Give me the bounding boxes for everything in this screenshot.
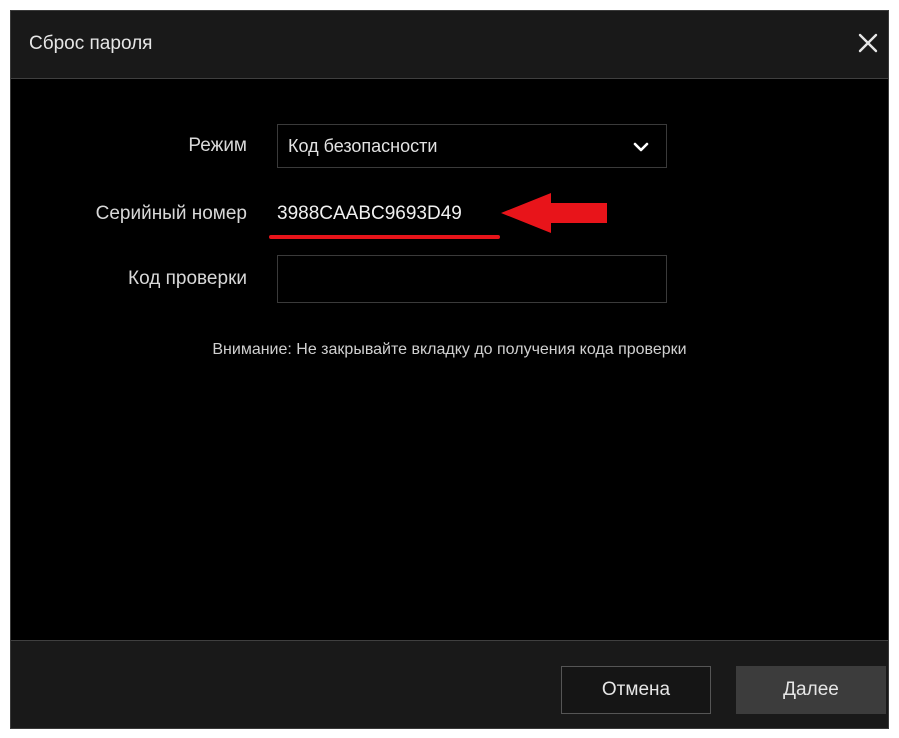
warning-notice: Внимание: Не закрывайте вкладку до получ…	[212, 341, 687, 358]
mode-select[interactable]: Код безопасности	[277, 124, 667, 168]
dialog-titlebar: Сброс пароля	[11, 11, 888, 79]
verification-code-input[interactable]	[277, 255, 667, 303]
cancel-button[interactable]: Отмена	[561, 666, 711, 714]
serial-underline-annotation	[269, 235, 500, 239]
dialog-title: Сброс пароля	[29, 33, 153, 54]
chevron-down-icon	[633, 142, 649, 152]
close-icon[interactable]	[854, 29, 882, 57]
verification-code-label: Код проверки	[128, 268, 247, 289]
next-button[interactable]: Далее	[736, 666, 886, 714]
serial-label: Серийный номер	[95, 203, 247, 224]
serial-number-value: 3988CAABC9693D49	[277, 203, 462, 224]
arrow-left-icon	[501, 193, 607, 233]
password-reset-dialog: Сброс пароля Режим Код безопасности Сери…	[10, 10, 889, 729]
dialog-footer: Отмена Далее	[11, 640, 888, 728]
mode-label: Режим	[188, 135, 247, 156]
mode-select-value: Код безопасности	[288, 136, 438, 156]
